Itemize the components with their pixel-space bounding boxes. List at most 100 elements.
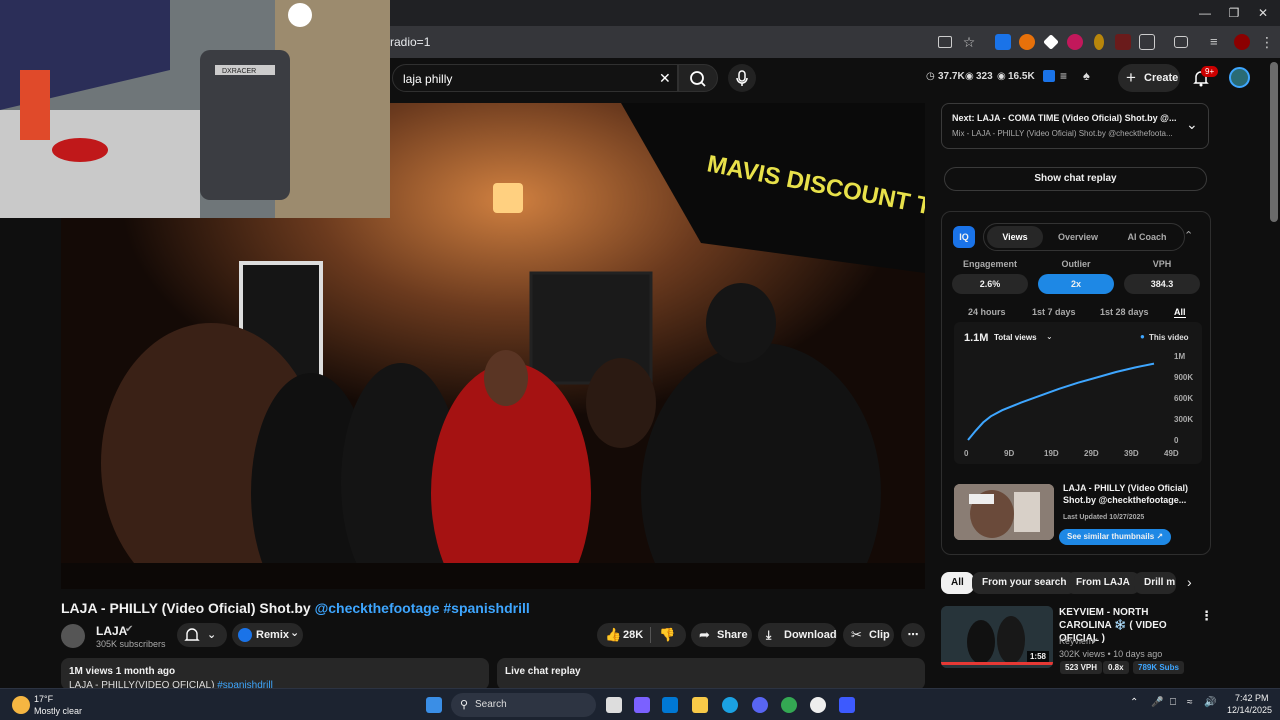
search-value[interactable]: laja philly	[403, 72, 452, 86]
wifi-icon[interactable]: ≈	[1187, 697, 1193, 708]
weather-text[interactable]: Mostly clear	[34, 706, 82, 716]
extension-pink-icon[interactable]	[1067, 34, 1083, 50]
app-icon[interactable]	[839, 697, 855, 713]
minimize-icon[interactable]: —	[1198, 6, 1212, 20]
url-text[interactable]: radio=1	[390, 35, 430, 49]
chevron-down-icon[interactable]: ⌄	[1186, 116, 1198, 133]
range-all[interactable]: All	[1174, 307, 1186, 318]
see-similar-button[interactable]: See similar thumbnails ↗	[1059, 529, 1172, 545]
x-tick-label: 39D	[1124, 449, 1139, 458]
like-count[interactable]: 28K	[623, 623, 643, 647]
tab-overview[interactable]: Overview	[1046, 226, 1110, 248]
rec-thumbnail[interactable]: 1:58	[941, 606, 1053, 668]
remix-button[interactable]: Remix ⌄	[232, 623, 303, 647]
search-input[interactable]: laja philly ✕	[392, 64, 678, 92]
account-avatar[interactable]	[1229, 67, 1250, 88]
channel-name[interactable]: LAJA	[96, 624, 127, 638]
chip-from-channel[interactable]: From LAJA	[1066, 572, 1140, 594]
show-chat-replay-button[interactable]: Show chat replay	[944, 167, 1207, 191]
chevron-right-icon[interactable]: ›	[1187, 574, 1192, 590]
clip-button[interactable]: ✂ Clip	[843, 623, 894, 647]
subscribed-button[interactable]: ⌄	[177, 623, 227, 647]
channel-avatar[interactable]	[61, 624, 85, 648]
edge-icon[interactable]	[722, 697, 738, 713]
download-button[interactable]: ⤓ Download	[758, 623, 837, 647]
vph-label: VPH	[1152, 259, 1172, 269]
rec-channel[interactable]: Keyviem	[1059, 636, 1094, 646]
mic-icon[interactable]: 🎤	[1151, 697, 1163, 708]
install-app-icon[interactable]	[938, 36, 952, 48]
copilot-icon[interactable]	[634, 697, 650, 713]
search-icon	[690, 71, 706, 87]
weather-temp[interactable]: 17°F	[34, 694, 53, 704]
profile-avatar[interactable]	[1234, 34, 1250, 50]
clock-icon: ◷	[926, 71, 935, 82]
hashtag-link[interactable]: #spanishdrill	[443, 600, 529, 616]
extension-coin-icon[interactable]	[1094, 34, 1104, 50]
extension-w-icon[interactable]	[995, 34, 1011, 50]
taskbar-search[interactable]: ⚲ Search	[451, 693, 596, 717]
clear-search-icon[interactable]: ✕	[659, 70, 671, 87]
thumbnail[interactable]	[954, 484, 1054, 540]
extension-fox-icon[interactable]	[1019, 34, 1035, 50]
volume-icon[interactable]: 🔊	[1204, 697, 1216, 708]
vidiq-icon[interactable]	[1043, 70, 1055, 82]
chevron-up-icon[interactable]: ⌃	[1130, 697, 1138, 708]
chrome-icon[interactable]	[781, 697, 797, 713]
extension-red-icon[interactable]	[1115, 34, 1131, 50]
chip-all[interactable]: All	[941, 572, 974, 594]
mention-link[interactable]: @checkthefootage	[315, 600, 440, 616]
weather-icon[interactable]	[12, 696, 30, 714]
more-actions-button[interactable]: ⋯	[901, 623, 925, 647]
rec-outlier-badge: 0.8x	[1103, 661, 1129, 674]
dislike-icon[interactable]: 👎	[659, 623, 675, 647]
video-title: LAJA - PHILLY (Video Oficial) Shot.by @c…	[61, 600, 530, 616]
like-icon[interactable]: 👍	[605, 623, 621, 647]
stat-watch-hours: 37.7K	[938, 71, 965, 82]
outlook-icon[interactable]	[662, 697, 678, 713]
obs-icon[interactable]	[810, 697, 826, 713]
discord-icon[interactable]	[752, 697, 768, 713]
vph-value: 384.3	[1124, 274, 1200, 294]
next-up-card[interactable]: Next: LAJA - COMA TIME (Video Oficial) S…	[941, 103, 1209, 149]
maximize-icon[interactable]: ❐	[1227, 6, 1241, 20]
description-box[interactable]: 1M views 1 month ago LAJA - PHILLY(VIDEO…	[61, 658, 489, 691]
series-line-this-video	[967, 362, 1155, 441]
range-first-7-days[interactable]: 1st 7 days	[1032, 307, 1076, 317]
tab-views[interactable]: Views	[987, 226, 1043, 248]
start-icon[interactable]	[426, 697, 442, 713]
scrollbar-thumb[interactable]	[1270, 62, 1278, 222]
monitor-icon[interactable]: ⎕	[1170, 697, 1176, 708]
clock-date[interactable]: 12/14/2025	[1227, 705, 1272, 715]
bookmark-star-icon[interactable]: ☆	[961, 34, 977, 50]
chip-drill[interactable]: Drill m	[1134, 572, 1176, 594]
search-button[interactable]	[678, 64, 718, 92]
media-control-icon[interactable]: ≡	[1210, 34, 1226, 50]
task-view-icon[interactable]	[606, 697, 622, 713]
extensions-puzzle-icon[interactable]	[1139, 34, 1155, 50]
tab-ai-coach[interactable]: AI Coach	[1114, 226, 1180, 248]
share-button[interactable]: ➦ Share	[691, 623, 752, 647]
taskbar-search-label: Search	[475, 699, 507, 710]
file-explorer-icon[interactable]	[692, 697, 708, 713]
more-icon[interactable]: ⋮	[1200, 608, 1213, 624]
chevron-up-icon[interactable]: ⌃	[1184, 229, 1193, 242]
sort-icon[interactable]: ≡	[1060, 69, 1067, 83]
sidebar-icon[interactable]	[1174, 36, 1188, 48]
close-icon[interactable]: ✕	[1256, 6, 1270, 20]
browser-menu-icon[interactable]: ⋮	[1260, 34, 1276, 50]
range-24-hours[interactable]: 24 hours	[968, 307, 1006, 317]
live-chat-box[interactable]: Live chat replay	[497, 658, 925, 690]
extension-diamond-icon[interactable]	[1043, 34, 1059, 50]
create-button[interactable]: + Create	[1118, 64, 1180, 92]
vidiq-panel: IQ Views Overview AI Coach ⌃ Engagement …	[941, 211, 1211, 555]
range-first-28-days[interactable]: 1st 28 days	[1100, 307, 1149, 317]
divider	[650, 627, 651, 643]
voice-search-button[interactable]	[728, 64, 756, 92]
chip-from-search[interactable]: From your search	[972, 572, 1077, 594]
clock-time[interactable]: 7:42 PM	[1235, 693, 1269, 703]
create-label: Create	[1144, 72, 1179, 84]
stat-subs: 16.5K	[1008, 71, 1035, 82]
trophy-icon[interactable]: ♠	[1083, 68, 1090, 83]
last-updated: Last Updated 10/27/2025	[1063, 514, 1145, 521]
